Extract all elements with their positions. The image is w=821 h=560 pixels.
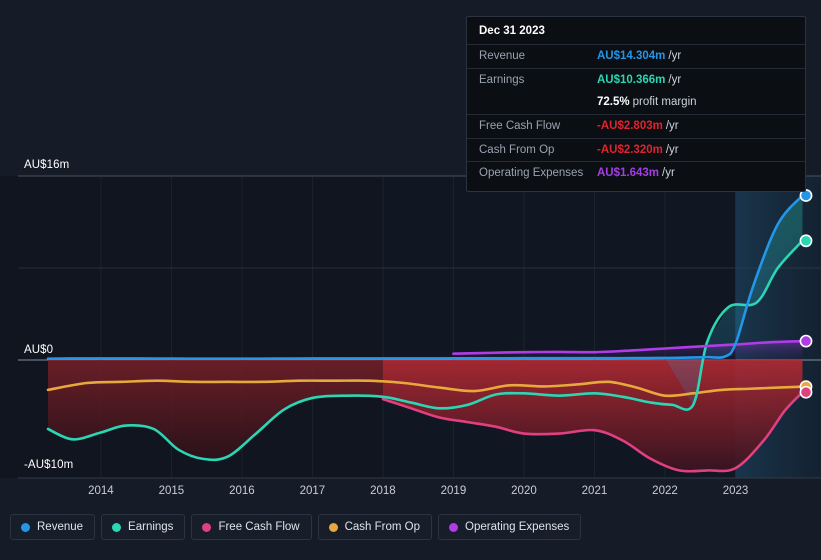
tooltip-row-unit: profit margin bbox=[632, 96, 697, 109]
x-axis-tick-2015: 2015 bbox=[158, 485, 185, 497]
legend-label: Free Cash Flow bbox=[218, 521, 300, 533]
tooltip-row-value: -AU$2.320m bbox=[597, 143, 663, 156]
tooltip-row: 72.5% profit margin bbox=[467, 91, 805, 114]
tooltip-row-label: Operating Expenses bbox=[479, 167, 584, 180]
tooltip-row-unit: /yr bbox=[665, 143, 679, 156]
legend-item-revenue[interactable]: Revenue bbox=[10, 514, 96, 540]
x-axis-tick-2017: 2017 bbox=[299, 485, 326, 497]
legend-color-dot bbox=[21, 522, 30, 532]
tooltip-rows: Revenue AU$14.304m/yr Earnings AU$10.366m/y… bbox=[467, 44, 805, 185]
y-axis-label-bottom: -AU$10m bbox=[24, 459, 74, 471]
tooltip-row-label: Free Cash Flow bbox=[479, 120, 561, 133]
tooltip-row-unit: /yr bbox=[668, 73, 682, 86]
tooltip-row-value: AU$14.304m bbox=[597, 50, 666, 62]
tooltip-row-unit: /yr bbox=[668, 50, 682, 62]
tooltip-row-value-wrap: AU$10.366m/yr bbox=[597, 72, 681, 89]
x-axis-tick-2022: 2022 bbox=[652, 485, 678, 497]
x-axis-tick-2019: 2019 bbox=[440, 485, 467, 497]
tooltip-row-label: Cash From Op bbox=[479, 143, 555, 156]
chart-legend: Revenue Earnings Free Cash Flow Cash From O… bbox=[10, 514, 582, 540]
tooltip-row: Free Cash Flow -AU$2.803m/yr bbox=[467, 114, 805, 138]
chart-page: AU$16m AU$0 -AU$10m 2014 2015 2016 2017 2018… bbox=[0, 0, 821, 560]
legend-label: Earnings bbox=[128, 521, 174, 533]
legend-color-dot bbox=[202, 522, 212, 532]
tooltip-date: Dec 31 2023 bbox=[479, 25, 545, 37]
tooltip-row-value: AU$1.643m bbox=[597, 167, 660, 180]
end-marker-earnings bbox=[799, 234, 813, 248]
tooltip-row-value-wrap: AU$1.643m/yr bbox=[597, 165, 675, 182]
legend-color-dot bbox=[328, 522, 338, 532]
legend-item-free-cash-flow[interactable]: Free Cash Flow bbox=[191, 514, 312, 540]
x-axis-tick-2014: 2014 bbox=[88, 485, 114, 497]
tooltip-row-value-wrap: -AU$2.320m/yr bbox=[597, 142, 679, 159]
tooltip-row-value-wrap: 72.5% profit margin bbox=[597, 94, 697, 111]
x-axis-tick-2023: 2023 bbox=[722, 485, 749, 497]
tooltip-row-value: AU$10.366m bbox=[597, 73, 666, 86]
tooltip-row-label: Revenue bbox=[479, 50, 526, 62]
tooltip-row-value-wrap: AU$14.304m/yr bbox=[597, 48, 681, 65]
legend-item-operating-expenses[interactable]: Operating Expenses bbox=[438, 514, 582, 540]
tooltip-row-unit: /yr bbox=[665, 120, 679, 133]
x-axis-tick-2016: 2016 bbox=[229, 485, 255, 497]
tooltip-row: Earnings AU$10.366m/yr bbox=[467, 67, 805, 92]
tooltip-row: Revenue AU$14.304m/yr bbox=[467, 44, 805, 68]
tooltip-row-value: 72.5% bbox=[597, 96, 630, 109]
end-marker-operating-expenses bbox=[799, 334, 813, 348]
tooltip-row-label: Earnings bbox=[479, 73, 525, 86]
end-marker-free-cash-flow bbox=[799, 385, 813, 399]
y-axis-label-top: AU$16m bbox=[24, 159, 70, 171]
legend-color-dot bbox=[449, 522, 459, 532]
legend-item-earnings[interactable]: Earnings bbox=[101, 514, 186, 540]
legend-label: Revenue bbox=[37, 521, 84, 533]
tooltip-row-value-wrap: -AU$2.803m/yr bbox=[597, 118, 679, 135]
legend-item-cash-from-op[interactable]: Cash From Op bbox=[317, 514, 433, 540]
legend-label: Cash From Op bbox=[344, 521, 421, 533]
data-tooltip: Dec 31 2023 Revenue AU$14.304m/yr Earnings… bbox=[466, 16, 806, 193]
legend-label: Operating Expenses bbox=[465, 521, 570, 533]
x-axis-tick-2020: 2020 bbox=[511, 485, 537, 497]
x-axis-tick-2021: 2021 bbox=[581, 485, 608, 497]
tooltip-row: Operating Expenses AU$1.643m/yr bbox=[467, 161, 805, 185]
tooltip-row-value: -AU$2.803m bbox=[597, 120, 663, 133]
tooltip-row-unit: /yr bbox=[662, 167, 675, 180]
tooltip-row: Cash From Op -AU$2.320m/yr bbox=[467, 137, 805, 162]
legend-color-dot bbox=[112, 522, 122, 532]
y-axis-label-zero: AU$0 bbox=[24, 344, 54, 356]
x-axis-tick-2018: 2018 bbox=[370, 485, 396, 497]
